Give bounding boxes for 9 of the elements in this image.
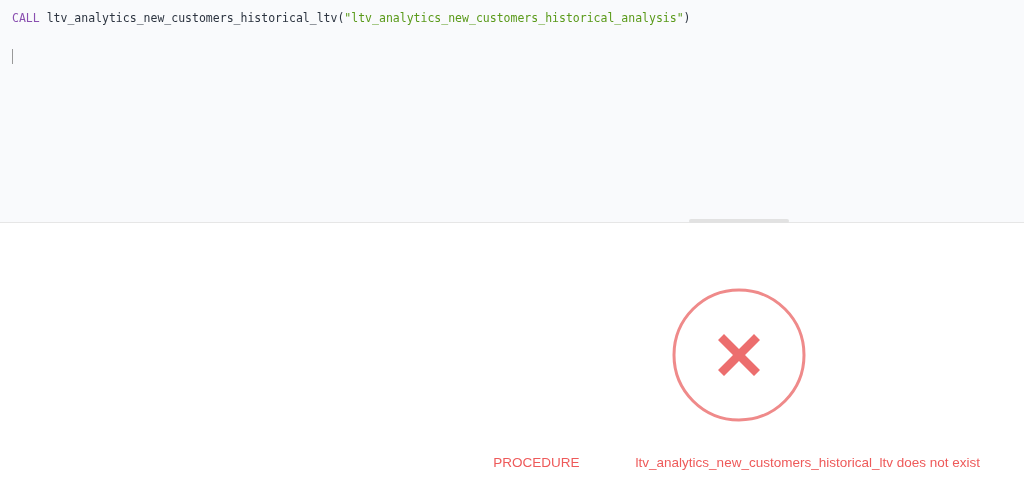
error-message: ltv_analytics_new_customers_historical_ltv does not exist	[635, 455, 980, 470]
text-cursor	[12, 49, 13, 64]
error-icon	[671, 287, 807, 423]
sql-keyword: CALL	[12, 11, 40, 25]
code-editor[interactable]: CALL ltv_analytics_new_customers_historical_ltv("ltv_analytics_new_customers_historical_analysis")	[0, 0, 1024, 222]
error-message: PROCEDURE	[493, 455, 580, 470]
code-text: ltv_analytics_new_customers_historical_ltv(	[45, 11, 345, 25]
code-text: )	[683, 11, 691, 25]
string-literal: "ltv_analytics_new_customers_historical_analysis"	[344, 11, 684, 25]
